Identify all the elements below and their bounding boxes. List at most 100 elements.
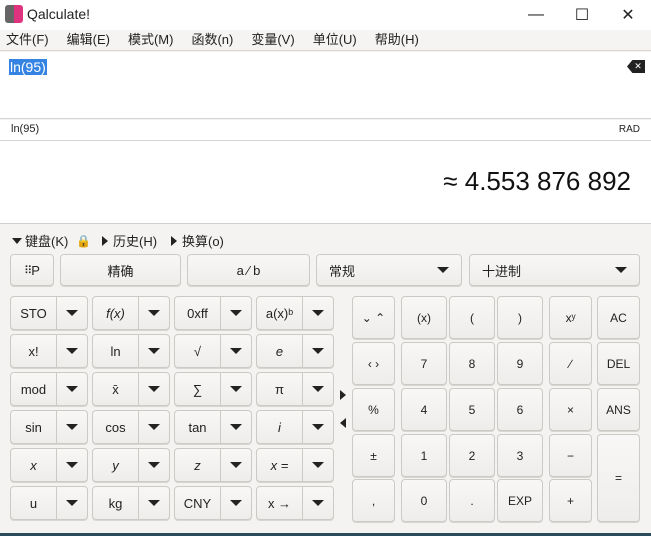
key-menu-button[interactable] [139, 373, 169, 405]
keypad-key[interactable]: ) [497, 296, 543, 339]
keypad-key[interactable]: 3 [497, 434, 543, 477]
maximize-button[interactable]: ☐ [559, 0, 605, 30]
function-key[interactable]: x! [11, 335, 57, 367]
expression-text[interactable]: ln(95) [9, 59, 47, 75]
equals-button[interactable]: = [597, 434, 640, 522]
keypad-key[interactable]: ± [352, 434, 395, 477]
keypad-key[interactable]: xʸ [549, 296, 592, 339]
format-select[interactable]: 常规 [316, 254, 462, 286]
menu-units[interactable]: 单位(U) [313, 30, 357, 50]
base-select[interactable]: 十进制 [469, 254, 640, 286]
keypad-key[interactable]: 5 [449, 388, 495, 431]
key-menu-button[interactable] [221, 487, 251, 519]
key-menu-button[interactable] [57, 449, 87, 481]
key-menu-button[interactable] [57, 297, 87, 329]
function-key[interactable]: y [93, 449, 139, 481]
key-menu-button[interactable] [139, 411, 169, 443]
menu-help[interactable]: 帮助(H) [375, 30, 419, 50]
function-key[interactable]: x → [257, 487, 303, 519]
keypad-key[interactable]: 6 [497, 388, 543, 431]
function-key[interactable]: z [175, 449, 221, 481]
key-menu-button[interactable] [139, 487, 169, 519]
function-key[interactable]: mod [11, 373, 57, 405]
keypad-key[interactable]: DEL [597, 342, 640, 385]
keypad-key[interactable]: , [352, 479, 395, 522]
menu-variables[interactable]: 变量(V) [251, 30, 294, 50]
keypad-key[interactable]: ( [449, 296, 495, 339]
keypad-key[interactable]: . [449, 479, 495, 522]
key-menu-button[interactable] [57, 373, 87, 405]
conversion-expander[interactable]: 换算(o) [171, 231, 224, 250]
function-key[interactable]: i [257, 411, 303, 443]
keypad-key[interactable]: + [549, 479, 592, 522]
function-key[interactable]: u [11, 487, 57, 519]
keypad-key[interactable]: % [352, 388, 395, 431]
function-key[interactable]: x = [257, 449, 303, 481]
collapse-left-icon[interactable] [340, 418, 346, 428]
menu-file[interactable]: 文件(F) [6, 30, 49, 50]
keypad-key[interactable]: 2 [449, 434, 495, 477]
function-key[interactable]: kg [93, 487, 139, 519]
key-menu-button[interactable] [139, 449, 169, 481]
function-key[interactable]: sin [11, 411, 57, 443]
keypad-key[interactable]: × [549, 388, 592, 431]
key-menu-button[interactable] [221, 411, 251, 443]
keypad-key[interactable]: ‹ › [352, 342, 395, 385]
key-menu-button[interactable] [221, 335, 251, 367]
keypad-key[interactable]: 7 [401, 342, 447, 385]
keypad-key[interactable]: (x) [401, 296, 447, 339]
function-key[interactable]: ∑ [175, 373, 221, 405]
keypad-key[interactable]: 4 [401, 388, 447, 431]
function-key[interactable]: e [257, 335, 303, 367]
history-expander[interactable]: 历史(H) [102, 231, 157, 250]
keypad-key[interactable]: 1 [401, 434, 447, 477]
key-menu-button[interactable] [57, 335, 87, 367]
menu-mode[interactable]: 模式(M) [128, 30, 174, 50]
keypad-key[interactable]: AC [597, 296, 640, 339]
function-key[interactable]: ln [93, 335, 139, 367]
function-key[interactable]: π [257, 373, 303, 405]
key-menu-button[interactable] [303, 487, 333, 519]
keypad-mode-button[interactable]: ⠿ P [10, 254, 54, 286]
key-menu-button[interactable] [57, 487, 87, 519]
key-menu-button[interactable] [139, 297, 169, 329]
key-menu-button[interactable] [303, 449, 333, 481]
key-menu-button[interactable] [303, 297, 333, 329]
function-key[interactable]: x̄ [93, 373, 139, 405]
lock-icon[interactable]: 🔒 [76, 234, 91, 248]
key-menu-button[interactable] [303, 335, 333, 367]
key-menu-button[interactable] [221, 297, 251, 329]
minimize-button[interactable]: — [513, 0, 559, 30]
keypad-key[interactable]: ⌄ ⌃ [352, 296, 395, 339]
key-menu-button[interactable] [303, 411, 333, 443]
function-key[interactable]: √ [175, 335, 221, 367]
function-key[interactable]: cos [93, 411, 139, 443]
expand-right-icon[interactable] [340, 390, 346, 400]
keypad-key[interactable]: 8 [449, 342, 495, 385]
keypad-key[interactable]: 9 [497, 342, 543, 385]
function-key[interactable]: CNY [175, 487, 221, 519]
angle-mode[interactable]: RAD [619, 124, 640, 135]
menu-functions[interactable]: 函数(n) [191, 30, 233, 50]
menu-edit[interactable]: 编辑(E) [67, 30, 110, 50]
expression-input[interactable]: ln(95) ✕ [0, 52, 651, 119]
key-menu-button[interactable] [57, 411, 87, 443]
function-key[interactable]: a(x)ᵇ [257, 297, 303, 329]
keypad-key[interactable]: ∕ [549, 342, 592, 385]
close-button[interactable]: ✕ [605, 0, 651, 30]
fraction-button[interactable]: a ⁄ b [187, 254, 310, 286]
keypad-key[interactable]: 0 [401, 479, 447, 522]
function-key[interactable]: STO [11, 297, 57, 329]
key-menu-button[interactable] [221, 373, 251, 405]
keyboard-expander[interactable]: 键盘(K) 🔒 [12, 231, 91, 250]
key-menu-button[interactable] [221, 449, 251, 481]
function-key[interactable]: tan [175, 411, 221, 443]
keypad-key[interactable]: ANS [597, 388, 640, 431]
function-key[interactable]: f(x) [93, 297, 139, 329]
key-menu-button[interactable] [139, 335, 169, 367]
keypad-key[interactable]: EXP [497, 479, 543, 522]
backspace-clear-icon[interactable]: ✕ [627, 60, 645, 73]
exact-button[interactable]: 精确 [60, 254, 181, 286]
function-key[interactable]: 0xff [175, 297, 221, 329]
key-menu-button[interactable] [303, 373, 333, 405]
